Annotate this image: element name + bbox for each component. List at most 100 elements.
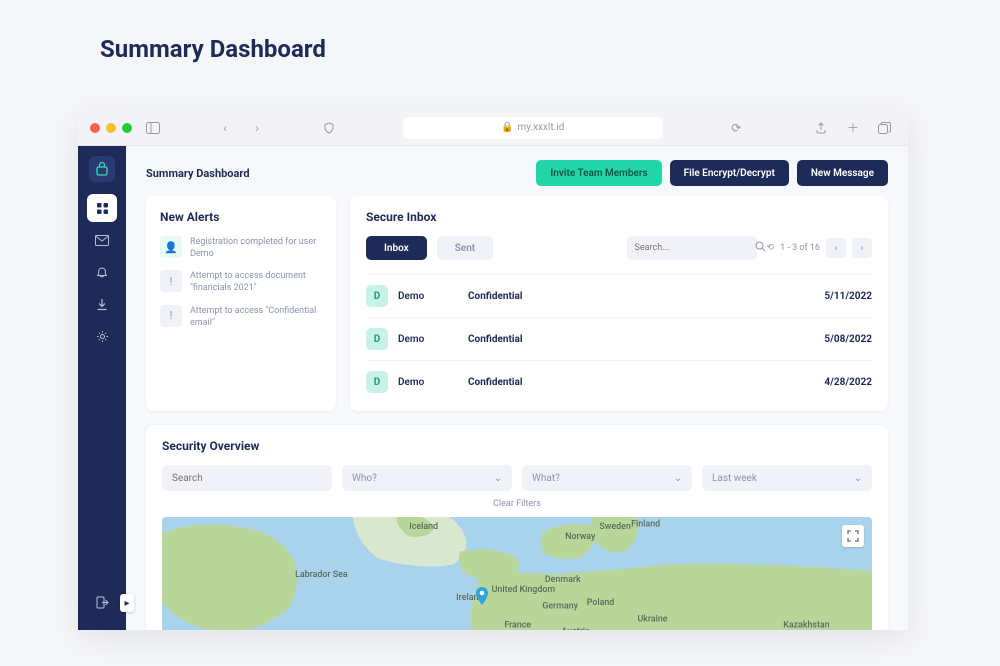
message-subject: Confidential bbox=[468, 377, 824, 388]
sidebar-item-dashboard[interactable] bbox=[87, 194, 117, 222]
avatar: D bbox=[366, 371, 388, 393]
pager-range: 1 - 3 of 16 bbox=[780, 243, 820, 253]
avatar: D bbox=[366, 328, 388, 350]
alert-text: Registration completed for user Demo bbox=[190, 236, 322, 260]
inbox-row[interactable]: D Demo Confidential 5/08/2022 bbox=[366, 317, 872, 360]
forward-icon[interactable]: › bbox=[246, 118, 268, 138]
close-window-icon[interactable] bbox=[90, 123, 100, 133]
topbar-title: Summary Dashboard bbox=[146, 167, 250, 180]
filter-label: What? bbox=[532, 473, 560, 484]
map-svg: Iceland Norway Sweden Finland United Kin… bbox=[162, 517, 872, 630]
traffic-lights bbox=[90, 123, 132, 133]
share-icon[interactable] bbox=[810, 118, 832, 138]
tab-inbox[interactable]: Inbox bbox=[366, 236, 427, 260]
overview-heading: Security Overview bbox=[162, 439, 872, 453]
new-alerts-card: New Alerts 👤 Registration completed for … bbox=[146, 196, 336, 411]
overview-filters: Who? ⌄ What? ⌄ Last week ⌄ bbox=[162, 465, 872, 491]
message-sender: Demo bbox=[398, 377, 468, 388]
inbox-search-input[interactable] bbox=[635, 243, 749, 253]
alert-text: Attempt to access document "financials 2… bbox=[190, 270, 322, 294]
filter-label: Last week bbox=[712, 473, 757, 484]
message-subject: Confidential bbox=[468, 334, 824, 345]
overview-search[interactable] bbox=[162, 465, 332, 491]
message-subject: Confidential bbox=[468, 291, 824, 302]
tab-sent[interactable]: Sent bbox=[437, 236, 493, 260]
topbar: Summary Dashboard Invite Team Members Fi… bbox=[126, 146, 908, 196]
url-bar[interactable]: 🔒 my.xxxlt.id bbox=[403, 117, 663, 139]
alert-item[interactable]: ! Attempt to access document "financials… bbox=[160, 270, 322, 294]
svg-text:Sweden: Sweden bbox=[599, 522, 630, 532]
filter-label: Who? bbox=[352, 473, 377, 484]
new-message-button[interactable]: New Message bbox=[797, 160, 888, 186]
browser-window: ‹ › 🔒 my.xxxlt.id ⟳ ＋ bbox=[78, 110, 908, 630]
filter-when[interactable]: Last week ⌄ bbox=[702, 465, 872, 491]
chevron-down-icon: ⌄ bbox=[494, 473, 502, 484]
map-fullscreen-button[interactable] bbox=[842, 525, 864, 547]
inbox-search[interactable] bbox=[627, 236, 757, 260]
clear-filters-link[interactable]: Clear Filters bbox=[162, 499, 872, 509]
sidebar-item-alerts[interactable] bbox=[87, 258, 117, 286]
inbox-controls: Inbox Sent ⟲ 1 - 3 of 16 ‹ › bbox=[366, 236, 872, 260]
pager-next-button[interactable]: › bbox=[852, 238, 872, 258]
alerts-heading: New Alerts bbox=[160, 210, 322, 224]
alert-text: Attempt to access "Confidential email" bbox=[190, 305, 322, 329]
inbox-row[interactable]: D Demo Confidential 4/28/2022 bbox=[366, 360, 872, 403]
security-overview-card: Security Overview Who? ⌄ What? ⌄ Last we… bbox=[146, 425, 888, 630]
sidebar-item-logout[interactable] bbox=[87, 588, 117, 616]
url-text: my.xxxlt.id bbox=[517, 122, 564, 133]
browser-chrome: ‹ › 🔒 my.xxxlt.id ⟳ ＋ bbox=[78, 110, 908, 146]
message-date: 5/11/2022 bbox=[824, 291, 872, 302]
message-date: 5/08/2022 bbox=[824, 334, 872, 345]
sidebar-item-settings[interactable] bbox=[87, 322, 117, 350]
invite-team-button[interactable]: Invite Team Members bbox=[536, 160, 661, 186]
file-encrypt-button[interactable]: File Encrypt/Decrypt bbox=[670, 160, 789, 186]
message-sender: Demo bbox=[398, 291, 468, 302]
filter-who[interactable]: Who? ⌄ bbox=[342, 465, 512, 491]
minimize-window-icon[interactable] bbox=[106, 123, 116, 133]
app-sidebar: ▸ bbox=[78, 146, 126, 630]
sidebar-toggle-icon[interactable] bbox=[142, 118, 164, 138]
maximize-window-icon[interactable] bbox=[122, 123, 132, 133]
inbox-heading: Secure Inbox bbox=[366, 210, 872, 224]
svg-text:Iceland: Iceland bbox=[409, 522, 438, 532]
search-icon bbox=[755, 241, 766, 255]
alert-item[interactable]: 👤 Registration completed for user Demo bbox=[160, 236, 322, 260]
svg-text:Kazakhstan: Kazakhstan bbox=[783, 621, 829, 630]
svg-text:Denmark: Denmark bbox=[545, 575, 581, 585]
back-icon[interactable]: ‹ bbox=[214, 118, 236, 138]
svg-text:Labrador Sea: Labrador Sea bbox=[295, 570, 348, 580]
page-title: Summary Dashboard bbox=[0, 0, 1000, 83]
svg-text:United Kingdom: United Kingdom bbox=[492, 585, 556, 595]
reload-icon[interactable]: ⟳ bbox=[725, 118, 747, 138]
svg-text:Norway: Norway bbox=[565, 532, 596, 542]
new-tab-icon[interactable]: ＋ bbox=[842, 118, 864, 138]
pager-prev-button[interactable]: ‹ bbox=[826, 238, 846, 258]
map-pin-icon bbox=[474, 587, 490, 611]
user-icon: 👤 bbox=[160, 236, 182, 258]
map-container[interactable]: Iceland Norway Sweden Finland United Kin… bbox=[162, 517, 872, 630]
svg-text:France: France bbox=[504, 621, 531, 630]
svg-text:Finland: Finland bbox=[631, 519, 660, 529]
secure-inbox-card: Secure Inbox Inbox Sent ⟲ 1 - 3 of 1 bbox=[350, 196, 888, 411]
lock-icon: 🔒 bbox=[501, 122, 513, 133]
app-logo-icon[interactable] bbox=[89, 156, 115, 182]
filter-what[interactable]: What? ⌄ bbox=[522, 465, 692, 491]
message-sender: Demo bbox=[398, 334, 468, 345]
sidebar-expand-handle[interactable]: ▸ bbox=[120, 594, 134, 612]
message-date: 4/28/2022 bbox=[824, 377, 872, 388]
svg-text:Poland: Poland bbox=[587, 598, 615, 608]
warning-icon: ! bbox=[160, 270, 182, 292]
refresh-icon[interactable]: ⟲ bbox=[767, 243, 775, 253]
sidebar-item-downloads[interactable] bbox=[87, 290, 117, 318]
main-content: Summary Dashboard Invite Team Members Fi… bbox=[126, 146, 908, 630]
inbox-row[interactable]: D Demo Confidential 5/11/2022 bbox=[366, 274, 872, 317]
svg-text:Germany: Germany bbox=[542, 602, 578, 612]
app-root: ▸ Summary Dashboard Invite Team Members … bbox=[78, 146, 908, 630]
alert-item[interactable]: ! Attempt to access "Confidential email" bbox=[160, 305, 322, 329]
sidebar-item-inbox[interactable] bbox=[87, 226, 117, 254]
svg-text:Ukraine: Ukraine bbox=[637, 614, 667, 624]
chevron-down-icon: ⌄ bbox=[854, 473, 862, 484]
shield-icon[interactable] bbox=[318, 118, 340, 138]
tabs-icon[interactable] bbox=[874, 118, 896, 138]
overview-search-input[interactable] bbox=[172, 473, 322, 484]
